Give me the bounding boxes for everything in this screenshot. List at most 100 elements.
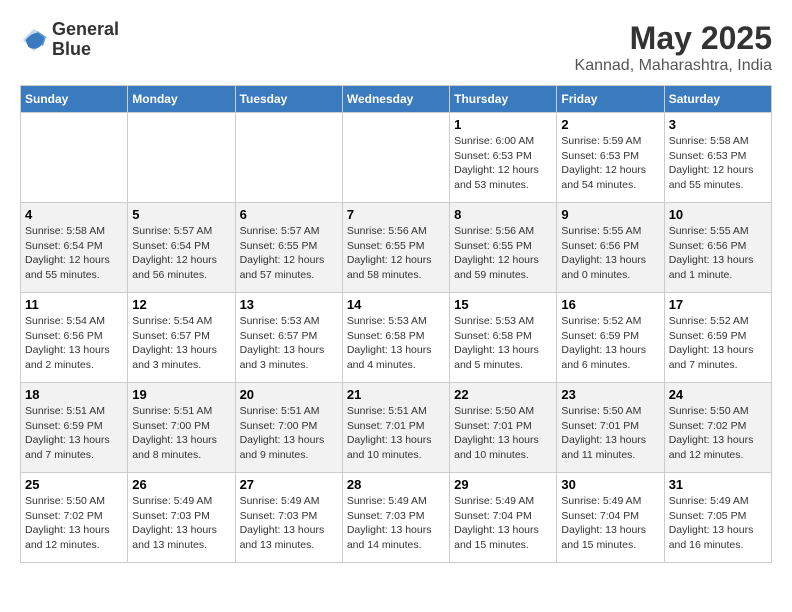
- day-number: 24: [669, 387, 767, 402]
- day-info: Sunrise: 5:59 AM Sunset: 6:53 PM Dayligh…: [561, 134, 659, 193]
- weekday-header-thursday: Thursday: [450, 86, 557, 113]
- day-cell: [128, 113, 235, 203]
- day-cell: 27 Sunrise: 5:49 AM Sunset: 7:03 PM Dayli…: [235, 473, 342, 563]
- day-number: 2: [561, 117, 659, 132]
- day-cell: 9 Sunrise: 5:55 AM Sunset: 6:56 PM Daylig…: [557, 203, 664, 293]
- day-number: 8: [454, 207, 552, 222]
- day-info: Sunrise: 5:55 AM Sunset: 6:56 PM Dayligh…: [669, 224, 767, 283]
- day-info: Sunrise: 5:54 AM Sunset: 6:56 PM Dayligh…: [25, 314, 123, 373]
- weekday-header-saturday: Saturday: [664, 86, 771, 113]
- day-number: 13: [240, 297, 338, 312]
- logo-icon: [20, 26, 48, 54]
- logo: General Blue: [20, 20, 119, 60]
- day-cell: 1Sunrise: 6:00 AM Sunset: 6:53 PM Daylig…: [450, 113, 557, 203]
- week-row-2: 4 Sunrise: 5:58 AM Sunset: 6:54 PM Daylig…: [21, 203, 772, 293]
- day-info: Sunrise: 5:50 AM Sunset: 7:02 PM Dayligh…: [669, 404, 767, 463]
- day-number: 11: [25, 297, 123, 312]
- day-info: Sunrise: 5:50 AM Sunset: 7:02 PM Dayligh…: [25, 494, 123, 553]
- day-cell: 17 Sunrise: 5:52 AM Sunset: 6:59 PM Dayli…: [664, 293, 771, 383]
- day-info: Sunrise: 5:49 AM Sunset: 7:04 PM Dayligh…: [454, 494, 552, 553]
- day-cell: 19Sunrise: 5:51 AM Sunset: 7:00 PM Dayli…: [128, 383, 235, 473]
- weekday-header-sunday: Sunday: [21, 86, 128, 113]
- day-number: 26: [132, 477, 230, 492]
- day-cell: 28 Sunrise: 5:49 AM Sunset: 7:03 PM Dayli…: [342, 473, 449, 563]
- day-info: Sunrise: 5:51 AM Sunset: 7:01 PM Dayligh…: [347, 404, 445, 463]
- day-cell: 12 Sunrise: 5:54 AM Sunset: 6:57 PM Dayli…: [128, 293, 235, 383]
- day-cell: 10 Sunrise: 5:55 AM Sunset: 6:56 PM Dayli…: [664, 203, 771, 293]
- month-title: May 2025: [575, 20, 772, 57]
- header: General Blue May 2025 Kannad, Maharashtr…: [20, 20, 772, 75]
- location-title: Kannad, Maharashtra, India: [575, 57, 772, 75]
- day-cell: 3 Sunrise: 5:58 AM Sunset: 6:53 PM Daylig…: [664, 113, 771, 203]
- day-info: Sunrise: 5:57 AM Sunset: 6:55 PM Dayligh…: [240, 224, 338, 283]
- day-number: 23: [561, 387, 659, 402]
- day-info: Sunrise: 5:53 AM Sunset: 6:57 PM Dayligh…: [240, 314, 338, 373]
- day-cell: 7 Sunrise: 5:56 AM Sunset: 6:55 PM Daylig…: [342, 203, 449, 293]
- weekday-header-monday: Monday: [128, 86, 235, 113]
- day-number: 3: [669, 117, 767, 132]
- day-info: Sunrise: 5:53 AM Sunset: 6:58 PM Dayligh…: [454, 314, 552, 373]
- day-info: Sunrise: 5:50 AM Sunset: 7:01 PM Dayligh…: [454, 404, 552, 463]
- day-number: 16: [561, 297, 659, 312]
- day-cell: 18Sunrise: 5:51 AM Sunset: 6:59 PM Dayli…: [21, 383, 128, 473]
- weekday-header-wednesday: Wednesday: [342, 86, 449, 113]
- day-cell: 5 Sunrise: 5:57 AM Sunset: 6:54 PM Daylig…: [128, 203, 235, 293]
- day-number: 20: [240, 387, 338, 402]
- day-number: 5: [132, 207, 230, 222]
- day-info: Sunrise: 5:55 AM Sunset: 6:56 PM Dayligh…: [561, 224, 659, 283]
- day-info: Sunrise: 5:51 AM Sunset: 7:00 PM Dayligh…: [240, 404, 338, 463]
- logo-line1: General: [52, 20, 119, 40]
- day-info: Sunrise: 5:53 AM Sunset: 6:58 PM Dayligh…: [347, 314, 445, 373]
- day-cell: 24 Sunrise: 5:50 AM Sunset: 7:02 PM Dayli…: [664, 383, 771, 473]
- day-cell: [342, 113, 449, 203]
- day-number: 4: [25, 207, 123, 222]
- day-cell: 30Sunrise: 5:49 AM Sunset: 7:04 PM Dayli…: [557, 473, 664, 563]
- title-area: May 2025 Kannad, Maharashtra, India: [575, 20, 772, 75]
- day-number: 25: [25, 477, 123, 492]
- week-row-3: 11 Sunrise: 5:54 AM Sunset: 6:56 PM Dayli…: [21, 293, 772, 383]
- week-row-5: 25 Sunrise: 5:50 AM Sunset: 7:02 PM Dayli…: [21, 473, 772, 563]
- week-row-4: 18Sunrise: 5:51 AM Sunset: 6:59 PM Dayli…: [21, 383, 772, 473]
- day-cell: 25 Sunrise: 5:50 AM Sunset: 7:02 PM Dayli…: [21, 473, 128, 563]
- day-info: Sunrise: 5:58 AM Sunset: 6:54 PM Dayligh…: [25, 224, 123, 283]
- day-cell: 4 Sunrise: 5:58 AM Sunset: 6:54 PM Daylig…: [21, 203, 128, 293]
- logo-text: General Blue: [52, 20, 119, 60]
- day-number: 17: [669, 297, 767, 312]
- day-number: 22: [454, 387, 552, 402]
- day-number: 7: [347, 207, 445, 222]
- day-number: 19: [132, 387, 230, 402]
- week-row-1: 1Sunrise: 6:00 AM Sunset: 6:53 PM Daylig…: [21, 113, 772, 203]
- day-info: Sunrise: 6:00 AM Sunset: 6:53 PM Dayligh…: [454, 134, 552, 193]
- day-cell: 6 Sunrise: 5:57 AM Sunset: 6:55 PM Daylig…: [235, 203, 342, 293]
- day-number: 12: [132, 297, 230, 312]
- day-number: 27: [240, 477, 338, 492]
- weekday-header-tuesday: Tuesday: [235, 86, 342, 113]
- day-cell: 13 Sunrise: 5:53 AM Sunset: 6:57 PM Dayli…: [235, 293, 342, 383]
- day-info: Sunrise: 5:54 AM Sunset: 6:57 PM Dayligh…: [132, 314, 230, 373]
- day-info: Sunrise: 5:49 AM Sunset: 7:05 PM Dayligh…: [669, 494, 767, 553]
- day-number: 29: [454, 477, 552, 492]
- day-info: Sunrise: 5:49 AM Sunset: 7:03 PM Dayligh…: [347, 494, 445, 553]
- day-number: 6: [240, 207, 338, 222]
- day-info: Sunrise: 5:58 AM Sunset: 6:53 PM Dayligh…: [669, 134, 767, 193]
- day-info: Sunrise: 5:56 AM Sunset: 6:55 PM Dayligh…: [454, 224, 552, 283]
- calendar-table: SundayMondayTuesdayWednesdayThursdayFrid…: [20, 85, 772, 563]
- day-info: Sunrise: 5:49 AM Sunset: 7:03 PM Dayligh…: [240, 494, 338, 553]
- day-number: 15: [454, 297, 552, 312]
- day-info: Sunrise: 5:56 AM Sunset: 6:55 PM Dayligh…: [347, 224, 445, 283]
- weekday-header-friday: Friday: [557, 86, 664, 113]
- day-cell: 11 Sunrise: 5:54 AM Sunset: 6:56 PM Dayli…: [21, 293, 128, 383]
- day-info: Sunrise: 5:57 AM Sunset: 6:54 PM Dayligh…: [132, 224, 230, 283]
- day-number: 28: [347, 477, 445, 492]
- day-info: Sunrise: 5:52 AM Sunset: 6:59 PM Dayligh…: [669, 314, 767, 373]
- day-cell: [235, 113, 342, 203]
- day-cell: 15 Sunrise: 5:53 AM Sunset: 6:58 PM Dayli…: [450, 293, 557, 383]
- logo-line2: Blue: [52, 40, 119, 60]
- day-cell: 26Sunrise: 5:49 AM Sunset: 7:03 PM Dayli…: [128, 473, 235, 563]
- weekday-header-row: SundayMondayTuesdayWednesdayThursdayFrid…: [21, 86, 772, 113]
- day-cell: [21, 113, 128, 203]
- day-number: 9: [561, 207, 659, 222]
- day-number: 10: [669, 207, 767, 222]
- day-number: 30: [561, 477, 659, 492]
- day-cell: 31Sunrise: 5:49 AM Sunset: 7:05 PM Dayli…: [664, 473, 771, 563]
